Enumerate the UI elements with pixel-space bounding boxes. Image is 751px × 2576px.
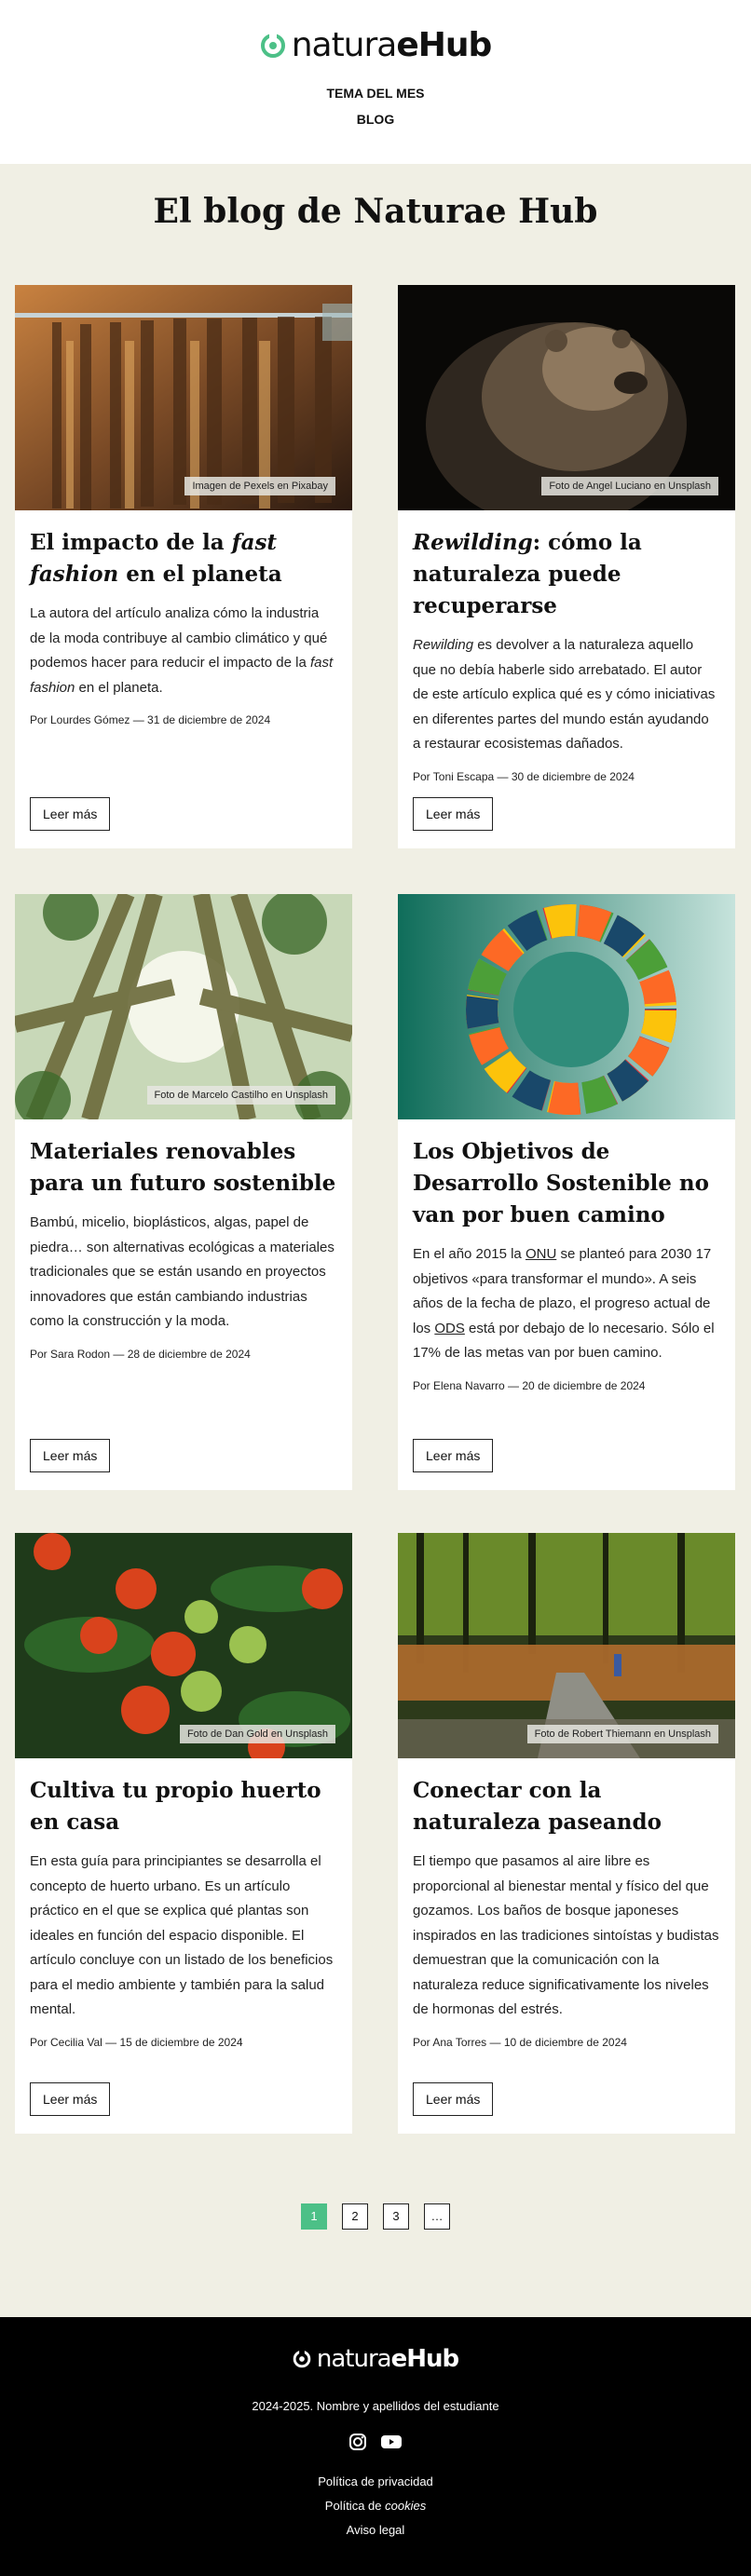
post-card: Foto de Dan Gold en Unsplash Cultiva tu …	[15, 1533, 352, 2134]
post-image-bear[interactable]: Foto de Angel Luciano en Unsplash	[398, 285, 735, 510]
page-1-button[interactable]: 1	[301, 2203, 327, 2230]
nav-item-tema-del-mes[interactable]: TEMA DEL MES	[0, 80, 751, 106]
abbr-onu: ONU	[525, 1246, 557, 1262]
post-meta: Por Cecilia Val — 15 de diciembre de 202…	[30, 2035, 243, 2049]
post-card: Foto de Robert Thiemann en Unsplash Cone…	[398, 1533, 735, 2134]
cookies-link[interactable]: Política de cookies	[0, 2494, 751, 2518]
post-meta: Por Lourdes Gómez — 31 de diciembre de 2…	[30, 713, 271, 726]
post-title[interactable]: Conectar con la naturaleza paseando	[413, 1775, 720, 1838]
photo-credit: Imagen de Pexels en Pixabay	[184, 477, 335, 495]
post-title[interactable]: Materiales renovables para un futuro sos…	[30, 1136, 337, 1200]
post-excerpt: Rewilding es devolver a la naturaleza aq…	[413, 637, 716, 752]
post-image-bamboo[interactable]: Foto de Marcelo Castilho en Unsplash	[15, 894, 352, 1119]
page-2-button[interactable]: 2	[342, 2203, 368, 2230]
logo-wordmark: naturaeHub	[291, 26, 493, 64]
post-excerpt: El tiempo que pasamos al aire libre es p…	[413, 1853, 719, 2017]
post-excerpt: En el año 2015 la ONU se planteó para 20…	[413, 1246, 715, 1361]
page-3-button[interactable]: 3	[383, 2203, 409, 2230]
read-more-button[interactable]: Leer más	[413, 797, 494, 831]
post-title[interactable]: Rewilding: cómo la naturaleza puede recu…	[413, 527, 720, 622]
post-title[interactable]: Los Objetivos de Desarrollo Sostenible n…	[413, 1136, 720, 1231]
site-footer: naturaeHub 2024-2025. Nombre y apellidos…	[0, 2317, 751, 2576]
post-card: Imagen de Pexels en Pixabay El impacto d…	[15, 285, 352, 848]
photo-credit: Foto de Dan Gold en Unsplash	[179, 1725, 335, 1743]
footer-logo[interactable]: naturaeHub	[0, 2345, 751, 2373]
post-image-sdg-wheel[interactable]	[398, 894, 735, 1119]
legal-notice-link[interactable]: Aviso legal	[0, 2518, 751, 2542]
social-links	[0, 2433, 751, 2451]
post-image-forest-walk[interactable]: Foto de Robert Thiemann en Unsplash	[398, 1533, 735, 1758]
logo-wordmark: naturaeHub	[316, 2345, 459, 2373]
post-title[interactable]: El impacto de la fast fashion en el plan…	[30, 527, 337, 590]
photo-credit: Foto de Marcelo Castilho en Unsplash	[146, 1086, 335, 1105]
main-nav: TEMA DEL MES BLOG	[0, 80, 751, 132]
site-header: naturaeHub TEMA DEL MES BLOG	[0, 0, 751, 164]
read-more-button[interactable]: Leer más	[413, 2082, 494, 2116]
more-pages-button[interactable]: …	[424, 2203, 450, 2230]
post-meta: Por Elena Navarro — 20 de diciembre de 2…	[413, 1378, 646, 1392]
logo-mark-icon	[260, 32, 285, 58]
post-title[interactable]: Cultiva tu propio huerto en casa	[30, 1775, 337, 1838]
post-meta: Por Sara Rodon — 28 de diciembre de 2024	[30, 1347, 251, 1361]
post-meta: Por Toni Escapa — 30 de diciembre de 202…	[413, 769, 635, 783]
post-excerpt: Bambú, micelio, bioplásticos, algas, pap…	[30, 1214, 335, 1329]
footer-links: Política de privacidad Política de cooki…	[0, 2470, 751, 2542]
youtube-icon[interactable]	[380, 2433, 403, 2451]
post-card: Los Objetivos de Desarrollo Sostenible n…	[398, 894, 735, 1490]
read-more-button[interactable]: Leer más	[30, 797, 111, 831]
photo-credit: Foto de Robert Thiemann en Unsplash	[526, 1725, 718, 1743]
nav-item-blog[interactable]: BLOG	[0, 106, 751, 132]
post-image-clothes-rack[interactable]: Imagen de Pexels en Pixabay	[15, 285, 352, 510]
abbr-ods: ODS	[434, 1320, 465, 1336]
copyright-text: 2024-2025. Nombre y apellidos del estudi…	[252, 2399, 499, 2413]
post-excerpt: En esta guía para principiantes se desar…	[30, 1853, 334, 2017]
photo-credit: Foto de Angel Luciano en Unsplash	[541, 477, 718, 495]
post-image-tomatoes[interactable]: Foto de Dan Gold en Unsplash	[15, 1533, 352, 1758]
read-more-button[interactable]: Leer más	[30, 1439, 111, 1472]
privacy-link[interactable]: Política de privacidad	[0, 2470, 751, 2494]
post-card: Foto de Angel Luciano en Unsplash Rewild…	[398, 285, 735, 848]
logo-mark-icon	[293, 2350, 311, 2368]
post-meta: Por Ana Torres — 10 de diciembre de 2024	[413, 2035, 627, 2049]
post-card: Foto de Marcelo Castilho en Unsplash Mat…	[15, 894, 352, 1490]
site-logo[interactable]: naturaeHub	[0, 26, 751, 64]
read-more-button[interactable]: Leer más	[413, 1439, 494, 1472]
page-title: El blog de Naturae Hub	[153, 192, 598, 231]
blog-main: El blog de Naturae Hub Imagen de Pexels …	[0, 164, 751, 2317]
post-excerpt: La autora del artículo analiza cómo la i…	[30, 605, 334, 696]
read-more-button[interactable]: Leer más	[30, 2082, 111, 2116]
instagram-icon[interactable]	[348, 2433, 367, 2451]
pagination: 1 2 3 …	[0, 2203, 751, 2230]
